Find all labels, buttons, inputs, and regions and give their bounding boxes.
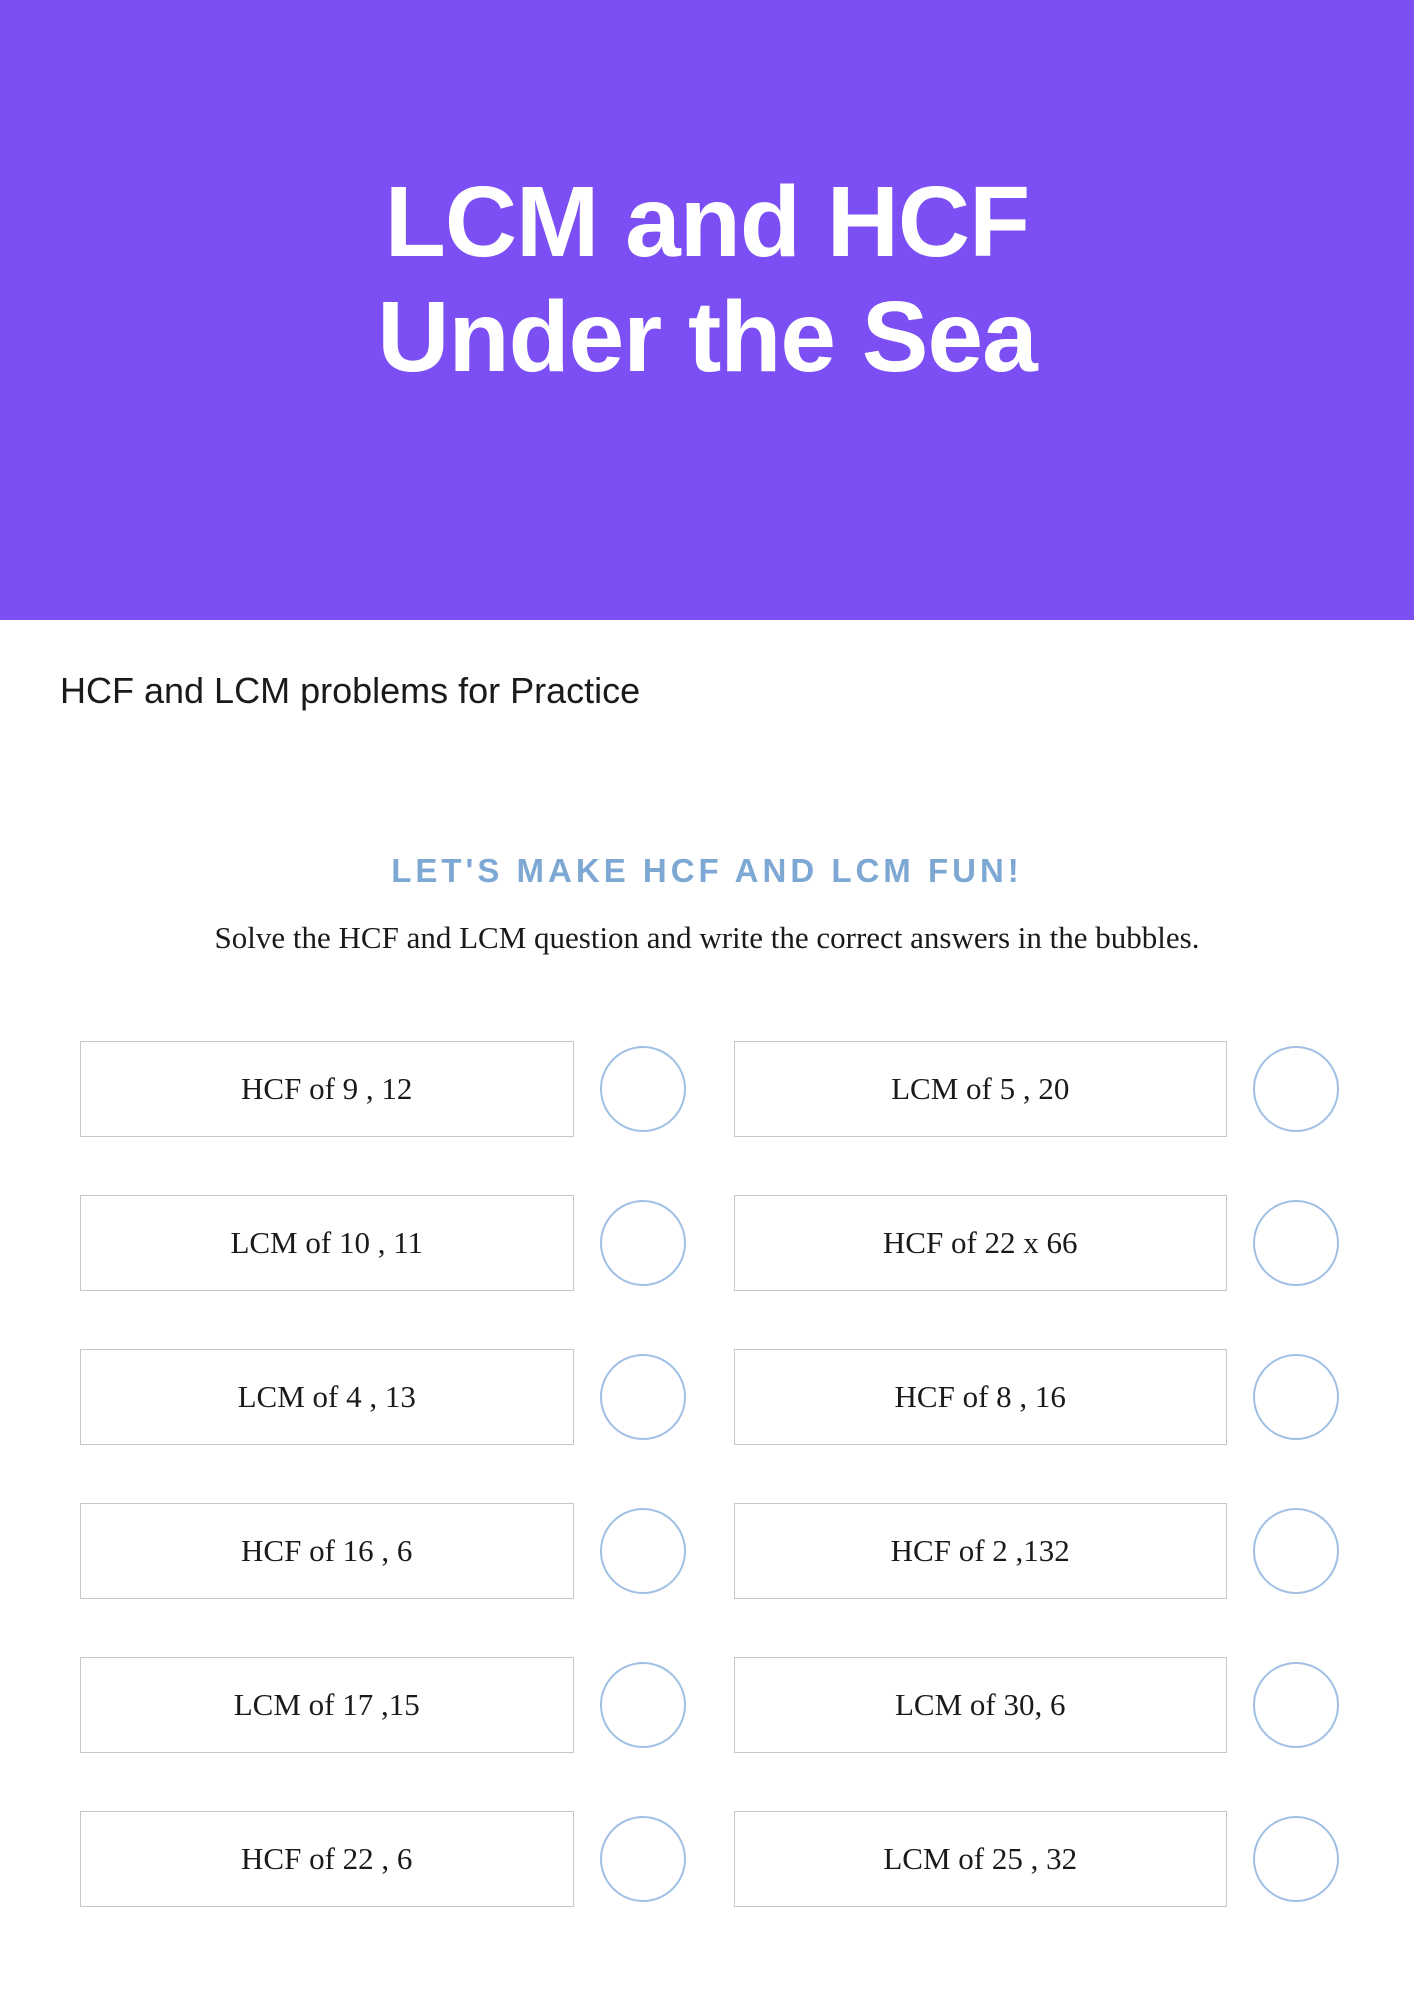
- answer-bubble[interactable]: [1253, 1354, 1339, 1440]
- title-line-2: Under the Sea: [377, 281, 1036, 393]
- answer-bubble[interactable]: [600, 1200, 686, 1286]
- problem-item: HCF of 2 ,132: [734, 1503, 1340, 1599]
- problem-box: HCF of 9 , 12: [80, 1041, 574, 1137]
- answer-bubble[interactable]: [1253, 1508, 1339, 1594]
- answer-bubble[interactable]: [1253, 1816, 1339, 1902]
- fun-heading: LET'S MAKE HCF AND LCM FUN!: [0, 852, 1414, 890]
- problem-row: LCM of 10 , 11 HCF of 22 x 66: [80, 1195, 1339, 1291]
- problem-box: LCM of 30, 6: [734, 1657, 1228, 1753]
- problem-item: HCF of 9 , 12: [80, 1041, 686, 1137]
- problem-box: HCF of 22 , 6: [80, 1811, 574, 1907]
- answer-bubble[interactable]: [1253, 1046, 1339, 1132]
- problem-row: HCF of 9 , 12 LCM of 5 , 20: [80, 1041, 1339, 1137]
- answer-bubble[interactable]: [600, 1508, 686, 1594]
- problem-box: LCM of 5 , 20: [734, 1041, 1228, 1137]
- answer-bubble[interactable]: [600, 1662, 686, 1748]
- problem-item: LCM of 4 , 13: [80, 1349, 686, 1445]
- problem-box: HCF of 2 ,132: [734, 1503, 1228, 1599]
- title-line-1: LCM and HCF: [385, 166, 1029, 278]
- problem-row: HCF of 22 , 6 LCM of 25 , 32: [80, 1811, 1339, 1907]
- problem-box: HCF of 22 x 66: [734, 1195, 1228, 1291]
- problem-box: LCM of 25 , 32: [734, 1811, 1228, 1907]
- problem-row: HCF of 16 , 6 HCF of 2 ,132: [80, 1503, 1339, 1599]
- answer-bubble[interactable]: [1253, 1662, 1339, 1748]
- header-banner: LCM and HCF Under the Sea: [0, 0, 1414, 620]
- problem-item: HCF of 22 , 6: [80, 1811, 686, 1907]
- problem-item: HCF of 8 , 16: [734, 1349, 1340, 1445]
- problem-item: LCM of 30, 6: [734, 1657, 1340, 1753]
- problem-row: LCM of 4 , 13 HCF of 8 , 16: [80, 1349, 1339, 1445]
- problem-item: HCF of 22 x 66: [734, 1195, 1340, 1291]
- answer-bubble[interactable]: [600, 1354, 686, 1440]
- problem-item: LCM of 5 , 20: [734, 1041, 1340, 1137]
- problem-item: LCM of 25 , 32: [734, 1811, 1340, 1907]
- problem-item: LCM of 17 ,15: [80, 1657, 686, 1753]
- problem-row: LCM of 17 ,15 LCM of 30, 6: [80, 1657, 1339, 1753]
- subtitle: HCF and LCM problems for Practice: [0, 620, 1414, 712]
- problem-box: LCM of 17 ,15: [80, 1657, 574, 1753]
- problem-item: LCM of 10 , 11: [80, 1195, 686, 1291]
- answer-bubble[interactable]: [600, 1046, 686, 1132]
- problem-box: HCF of 8 , 16: [734, 1349, 1228, 1445]
- problem-box: LCM of 10 , 11: [80, 1195, 574, 1291]
- problem-box: LCM of 4 , 13: [80, 1349, 574, 1445]
- problem-box: HCF of 16 , 6: [80, 1503, 574, 1599]
- page-title: LCM and HCF Under the Sea: [377, 165, 1036, 395]
- problems-grid: HCF of 9 , 12 LCM of 5 , 20 LCM of 10 , …: [0, 1041, 1414, 1907]
- answer-bubble[interactable]: [1253, 1200, 1339, 1286]
- instructions: Solve the HCF and LCM question and write…: [0, 920, 1414, 956]
- problem-item: HCF of 16 , 6: [80, 1503, 686, 1599]
- answer-bubble[interactable]: [600, 1816, 686, 1902]
